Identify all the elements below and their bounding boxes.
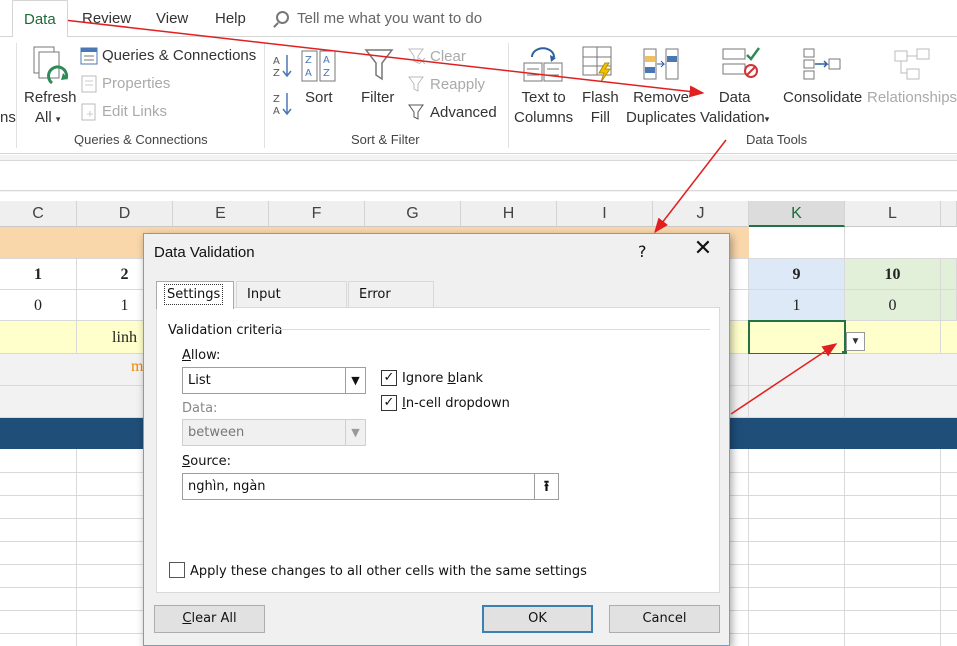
- arrow-data-tab-to-validation: [63, 19, 705, 98]
- arrow-dialog-to-dropdown: [730, 343, 838, 415]
- arrow-validation-to-dialog: [654, 139, 727, 234]
- annotation-arrows: [63, 19, 838, 415]
- tab-data[interactable]: Data: [12, 0, 68, 37]
- settings-label: Settings: [163, 284, 224, 305]
- tab-settings[interactable]: Settings: [156, 281, 234, 309]
